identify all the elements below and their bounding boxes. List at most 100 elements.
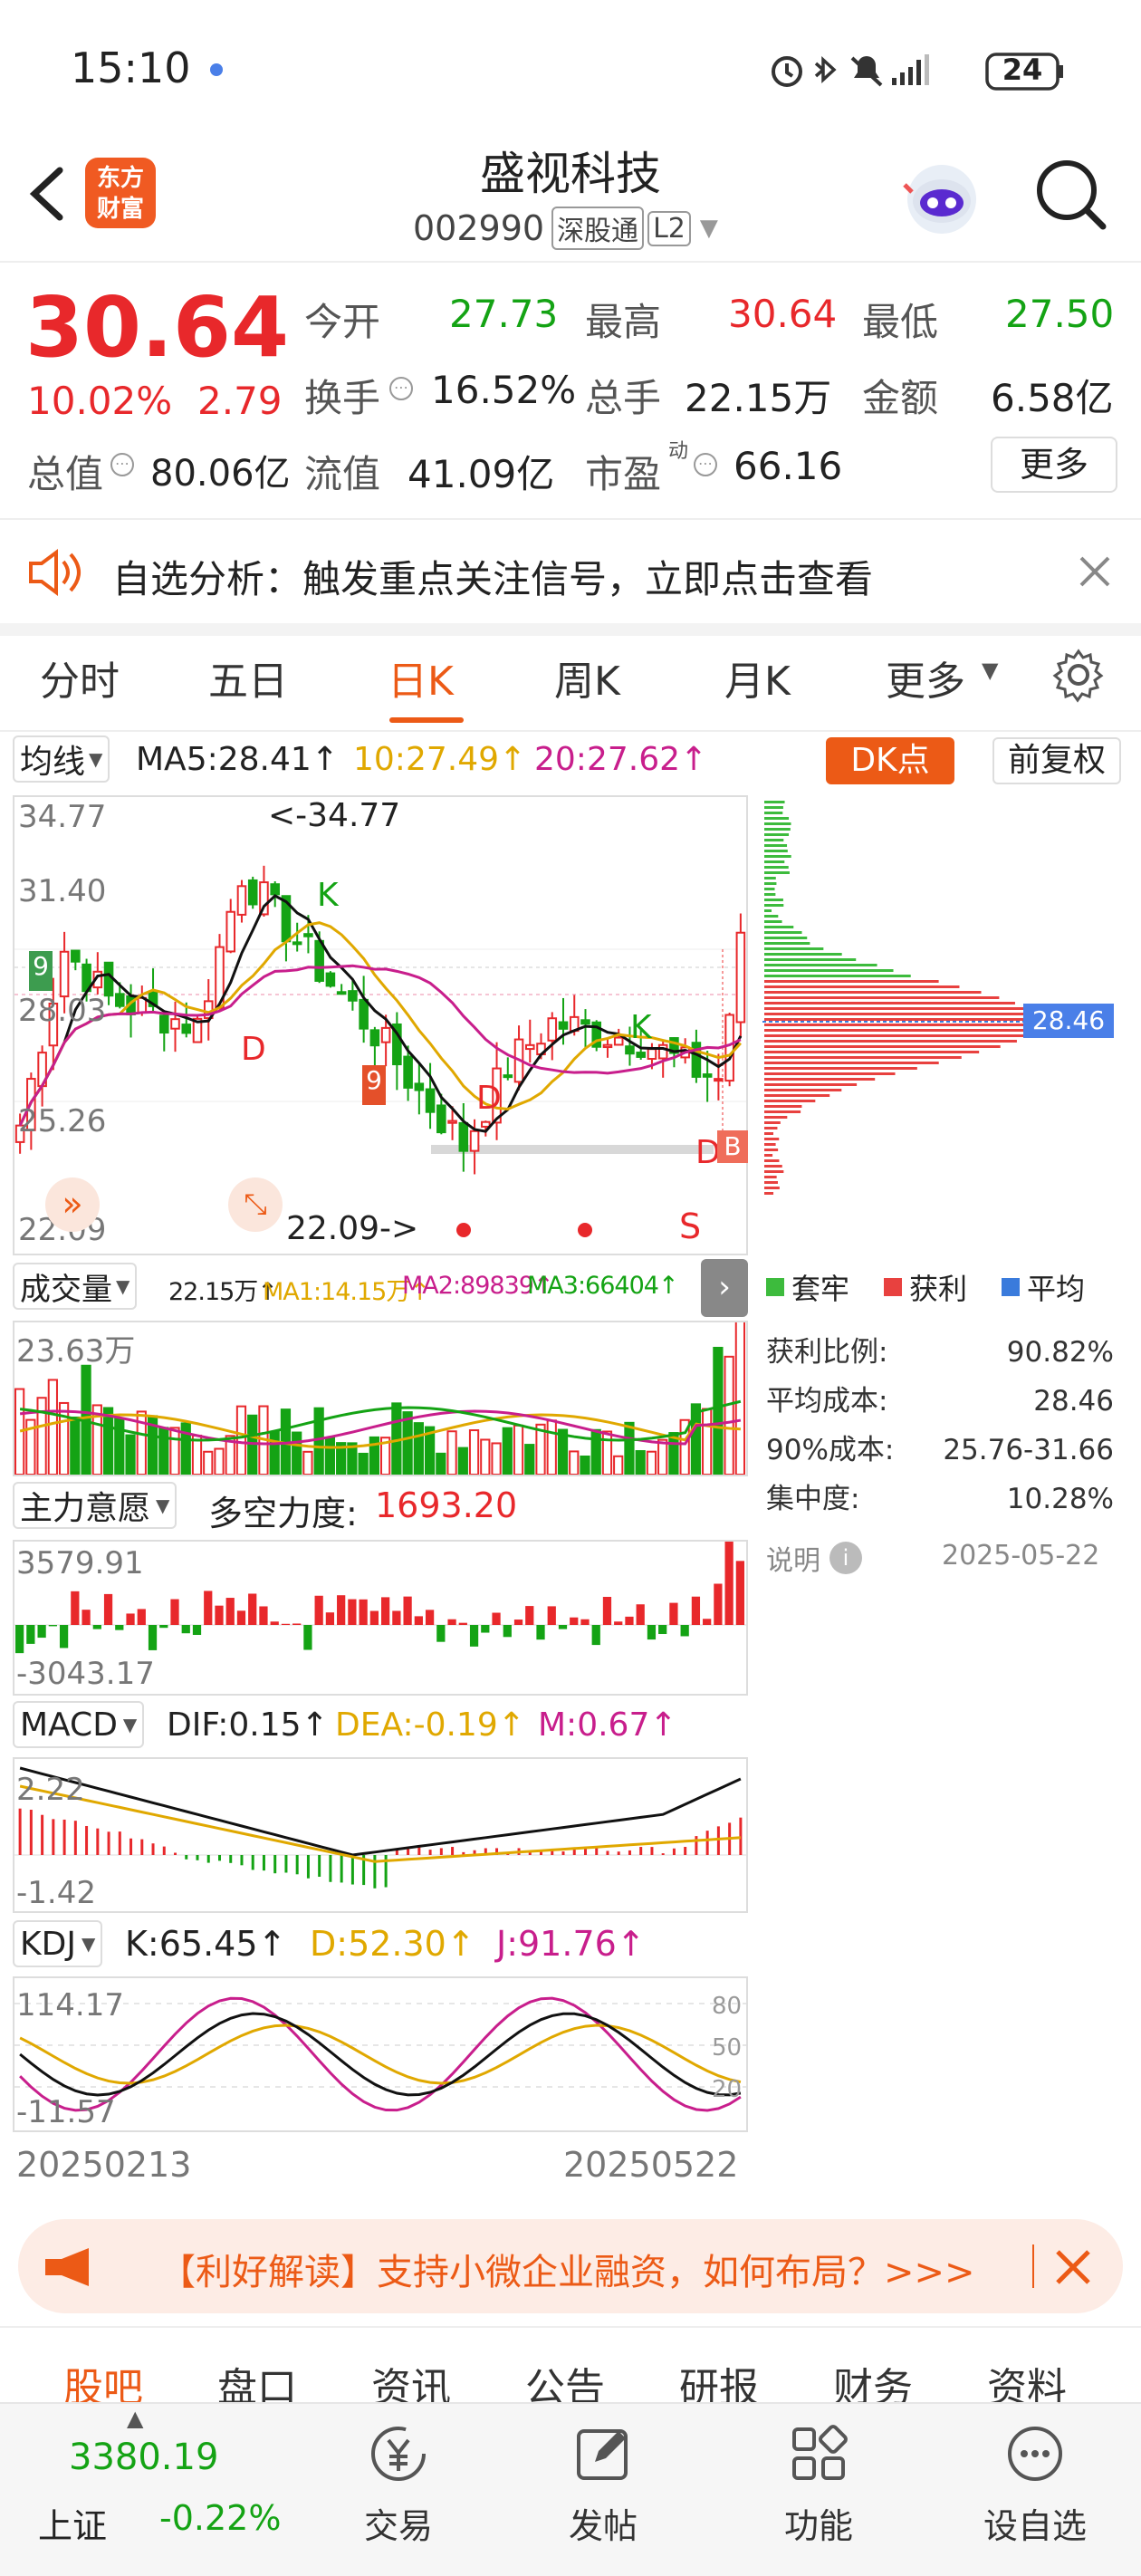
force-bar xyxy=(436,1625,446,1642)
chip-bar xyxy=(764,1051,980,1053)
force-bar xyxy=(447,1619,456,1625)
nav-trade[interactable]: 交易 xyxy=(344,2422,453,2558)
close-icon[interactable] xyxy=(1050,2244,1096,2290)
chip-bar xyxy=(764,947,824,950)
y-axis-2: 31.40 xyxy=(18,873,107,909)
back-icon[interactable] xyxy=(20,161,74,225)
force-bar xyxy=(348,1599,357,1625)
info-icon[interactable]: ⋯ xyxy=(110,453,134,476)
force-bar xyxy=(325,1612,335,1625)
index-value[interactable]: 3380.19 xyxy=(69,2437,218,2478)
search-icon[interactable] xyxy=(1032,156,1108,232)
chevron-right-icon[interactable]: › xyxy=(701,1259,748,1317)
volume-bar xyxy=(513,1424,524,1475)
tab-weekly-k[interactable]: 周K xyxy=(554,649,620,706)
macd-dea: DEA:-0.19↑ xyxy=(335,1706,525,1744)
candle xyxy=(425,1088,436,1113)
chip-bar xyxy=(764,855,791,858)
tab-more[interactable]: 更多 xyxy=(886,649,965,706)
ma-selector[interactable]: 均线 ▼ xyxy=(13,735,110,783)
info-icon[interactable]: ⋯ xyxy=(694,453,717,476)
volume-bar xyxy=(302,1450,313,1475)
ma20-value: 20:27.62↑ xyxy=(534,741,708,778)
volume-bar xyxy=(624,1421,635,1475)
tab-profile[interactable]: 资料 xyxy=(987,2355,1067,2402)
tab-monthly-k[interactable]: 月K xyxy=(724,649,791,706)
chip-distribution[interactable]: 28.46 xyxy=(762,795,1114,1255)
tab-daily-k[interactable]: 日K xyxy=(388,649,454,706)
volume-bar xyxy=(114,1418,125,1475)
chip-bar xyxy=(764,1121,781,1124)
high-value: 30.64 xyxy=(728,292,838,336)
indicator-label: 主力意愿 xyxy=(20,1490,151,1527)
force-bar xyxy=(248,1593,257,1625)
tab-finance[interactable]: 财务 xyxy=(833,2355,913,2402)
candle xyxy=(580,1019,590,1025)
chip-bar xyxy=(764,1176,777,1178)
chip-bar xyxy=(764,1181,779,1184)
macd-selector[interactable]: MACD ▼ xyxy=(13,1701,145,1748)
kline-chart[interactable]: 34.77 31.40 28.03 25.26 22.09 <-34.77 22… xyxy=(13,795,748,1255)
candle xyxy=(481,1120,491,1128)
tab-research[interactable]: 研报 xyxy=(679,2355,759,2402)
tab-announcements[interactable]: 公告 xyxy=(525,2355,605,2402)
tab-guba[interactable]: 股吧 xyxy=(63,2355,143,2402)
volume-bar xyxy=(180,1422,191,1475)
close-icon[interactable] xyxy=(1072,549,1117,594)
robot-avatar-icon[interactable] xyxy=(901,156,983,237)
more-button[interactable]: 更多 xyxy=(991,437,1117,493)
force-bar xyxy=(59,1625,69,1648)
settings-gear-icon[interactable] xyxy=(1050,647,1107,703)
candle xyxy=(103,961,114,997)
tab-5day[interactable]: 五日 xyxy=(208,649,288,706)
tab-news[interactable]: 资讯 xyxy=(371,2355,451,2402)
price-adjust-button[interactable]: 前复权 xyxy=(992,737,1121,784)
signal-d: D xyxy=(476,1080,502,1117)
macd-chart[interactable]: 2.22 -1.42 xyxy=(13,1757,748,1913)
stock-code-row[interactable]: 002990 深股通 L2 ▼ xyxy=(413,207,718,250)
candle xyxy=(403,1055,413,1089)
kdj-20: 20 xyxy=(712,2076,743,2103)
volume-label: 成交量 xyxy=(20,1271,112,1308)
chip-bar xyxy=(764,1002,1015,1004)
logo-line1: 东方 xyxy=(96,165,144,192)
volume-bar xyxy=(468,1429,480,1475)
nav-add-watchlist[interactable]: 设自选 xyxy=(967,2422,1103,2558)
volume-bar xyxy=(269,1431,280,1475)
notice-text[interactable]: 自选分析：触发重点关注信号，立即点击查看 xyxy=(112,549,873,604)
chip-bar xyxy=(764,812,783,814)
chip-bar xyxy=(764,833,790,836)
note-label: 说明 xyxy=(766,1545,820,1577)
app-logo: 东方 财富 xyxy=(85,158,156,228)
vol-value: 22.15万↑ xyxy=(168,1278,278,1306)
chip-bar xyxy=(764,1187,780,1189)
kdj-svg xyxy=(14,1996,746,2112)
stat-value: 28.46 xyxy=(1033,1385,1114,1418)
expand-left-icon[interactable]: » xyxy=(45,1177,100,1232)
candle xyxy=(735,931,746,1024)
indicator-selector[interactable]: 主力意愿 ▼ xyxy=(13,1482,177,1529)
nav-functions[interactable]: 功能 xyxy=(764,2422,873,2558)
force-chart[interactable]: 3579.91 -3043.17 xyxy=(13,1540,748,1696)
volume-bar xyxy=(524,1444,535,1475)
chip-note[interactable]: 说明 i xyxy=(766,1538,862,1578)
volume-bar xyxy=(214,1447,225,1476)
news-banner[interactable]: 【利好解读】支持小微企业融资，如何布局？>>> xyxy=(18,2219,1123,2313)
battery-level: 24 xyxy=(1002,53,1043,87)
volume-chart[interactable]: 23.63万 xyxy=(13,1310,748,1476)
fullscreen-icon[interactable]: ⤡ xyxy=(228,1177,283,1232)
force-bar xyxy=(625,1616,634,1625)
dk-point-button[interactable]: DK点 xyxy=(826,737,954,784)
high-label: 最高 xyxy=(585,300,662,344)
tab-intraday[interactable]: 分时 xyxy=(40,649,120,706)
volume-selector[interactable]: 成交量 ▼ xyxy=(13,1263,138,1310)
nav-post[interactable]: 发帖 xyxy=(549,2422,657,2558)
kdj-selector[interactable]: KDJ ▼ xyxy=(13,1920,103,1967)
candle xyxy=(657,1043,668,1060)
volume-bar xyxy=(546,1419,557,1475)
force-bar xyxy=(392,1610,401,1625)
index-change: -0.22% xyxy=(159,2498,282,2538)
kdj-chart[interactable]: 114.17 -11.57 80 50 20 xyxy=(13,1976,748,2132)
info-icon[interactable]: ⋯ xyxy=(389,377,413,400)
tab-pankou[interactable]: 盘口 xyxy=(217,2355,297,2402)
